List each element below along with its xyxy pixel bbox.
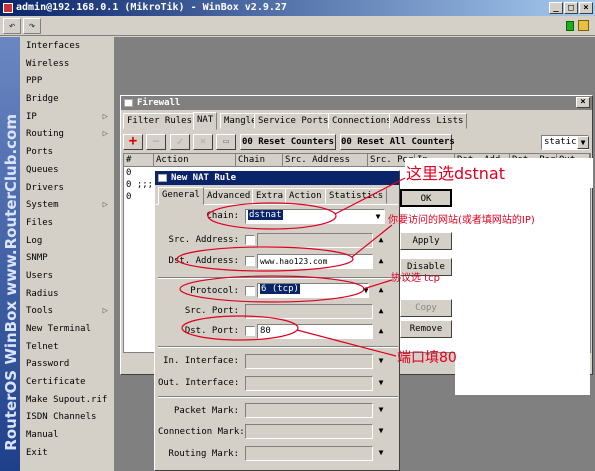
dst-port-highlight-ellipse bbox=[181, 315, 299, 341]
dst-address-highlight-ellipse bbox=[176, 246, 354, 272]
tab-nat[interactable]: NAT bbox=[193, 112, 218, 130]
chain-highlight-ellipse bbox=[207, 202, 337, 230]
annotation-dst-address: 你要访问的网站(或者填网站的IP) bbox=[388, 215, 535, 226]
protocol-pointer-line bbox=[362, 279, 393, 290]
annotation-overlay bbox=[176, 177, 406, 357]
tab-general[interactable]: General bbox=[158, 187, 204, 205]
chain-pointer-line bbox=[334, 177, 406, 215]
protocol-highlight-ellipse bbox=[179, 275, 365, 303]
annotation-chain: 这里选dstnat bbox=[406, 164, 505, 183]
annotation-dst-port: 端口填80 bbox=[397, 350, 457, 366]
dst-address-pointer-line bbox=[351, 224, 393, 258]
dst-port-pointer-line bbox=[296, 329, 397, 357]
annotation-protocol: 协议选 tcp bbox=[391, 273, 440, 284]
